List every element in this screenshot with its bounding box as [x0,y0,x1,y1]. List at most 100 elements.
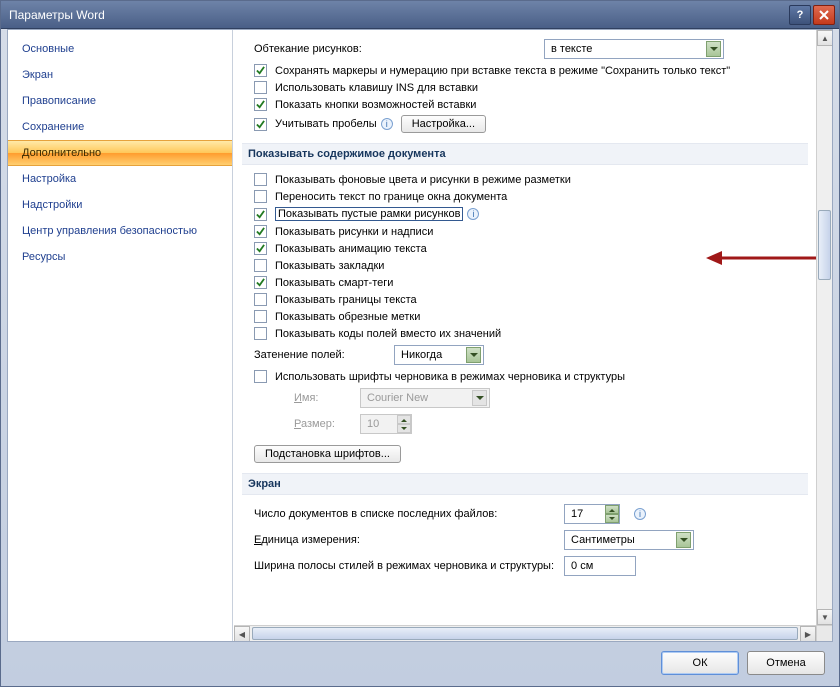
doc-option-2[interactable]: Показывать пустые рамки рисунков i [246,205,804,223]
section-doc-content: Показывать содержимое документа [242,143,808,165]
checkbox-icon[interactable] [254,293,267,306]
options-dialog: Параметры Word ? Основные Экран Правопис… [0,0,840,687]
checkbox-icon[interactable] [254,208,267,221]
style-width-row: Ширина полосы стилей в режимах черновика… [246,553,804,579]
checkbox-icon[interactable] [254,327,267,340]
recent-docs-spinner[interactable]: 17 [564,504,620,524]
style-width-input[interactable]: 0 см [564,556,636,576]
opt-spaces[interactable]: Учитывать пробелы i Настройка... [246,113,804,135]
wrap-select[interactable]: в тексте [544,39,724,59]
sidebar-item-display[interactable]: Экран [8,62,232,88]
sidebar-item-resources[interactable]: Ресурсы [8,244,232,270]
checkbox-icon[interactable] [254,64,267,77]
window-title: Параметры Word [9,8,787,22]
doc-option-1[interactable]: Переносить текст по границе окна докумен… [246,188,804,205]
sidebar-item-customize[interactable]: Настройка [8,166,232,192]
units-select[interactable]: Сантиметры [564,530,694,550]
cancel-button[interactable]: Отмена [747,651,825,675]
category-sidebar: Основные Экран Правописание Сохранение Д… [8,30,233,641]
checkbox-icon[interactable] [254,242,267,255]
doc-option-0[interactable]: Показывать фоновые цвета и рисунки в реж… [246,171,804,188]
option-label: Показывать пустые рамки рисунков [275,207,463,221]
doc-option-5[interactable]: Показывать закладки [246,257,804,274]
checkbox-icon[interactable] [254,225,267,238]
option-label: Показывать коды полей вместо их значений [275,328,501,340]
option-label: Переносить текст по границе окна докумен… [275,191,507,203]
units-label: Единица измерения: [254,534,554,546]
section-screen: Экран [242,473,808,495]
titlebar[interactable]: Параметры Word ? [1,1,839,29]
option-label: Показывать обрезные метки [275,311,420,323]
vertical-scrollbar[interactable]: ▲ ▼ [816,30,832,625]
option-label: Показывать рисунки и надписи [275,226,433,238]
sidebar-item-proofing[interactable]: Правописание [8,88,232,114]
font-name-label: Имя: [294,392,350,404]
main-panel: Обтекание рисунков: в тексте Сохранять м… [233,30,832,641]
horizontal-scrollbar[interactable]: ◀ ▶ [234,625,816,641]
field-shading-select[interactable]: Никогда [394,345,484,365]
spin-down-icon [397,424,411,433]
font-substitution-row: Подстановка шрифтов... [246,443,804,465]
field-shading-label: Затенение полей: [254,349,384,361]
font-size-label: Размер: [294,418,350,430]
spin-down-icon[interactable] [605,514,619,523]
info-icon[interactable]: i [634,508,646,520]
wrap-label: Обтекание рисунков: [254,43,534,55]
scroll-down-icon[interactable]: ▼ [817,609,832,625]
option-label: Показывать смарт-теги [275,277,393,289]
scroll-up-icon[interactable]: ▲ [817,30,832,46]
chevron-down-icon[interactable] [676,532,691,548]
ok-button[interactable]: ОК [661,651,739,675]
option-label: Показывать анимацию текста [275,243,427,255]
doc-option-6[interactable]: Показывать смарт-теги [246,274,804,291]
sidebar-item-addins[interactable]: Надстройки [8,192,232,218]
spin-up-icon [397,415,411,424]
checkbox-icon[interactable] [254,118,267,131]
doc-option-8[interactable]: Показывать обрезные метки [246,308,804,325]
scroll-right-icon[interactable]: ▶ [800,626,816,641]
checkbox-icon[interactable] [254,98,267,111]
checkbox-icon[interactable] [254,310,267,323]
field-shading-row: Затенение полей: Никогда [246,342,804,368]
chevron-down-icon[interactable] [706,41,721,57]
wrap-row: Обтекание рисунков: в тексте [246,36,804,62]
font-size-row: Размер: 10 [246,411,804,437]
sidebar-item-general[interactable]: Основные [8,36,232,62]
scroll-thumb[interactable] [252,627,798,640]
close-button[interactable] [813,5,835,25]
style-width-label: Ширина полосы стилей в режимах черновика… [254,560,554,572]
doc-option-7[interactable]: Показывать границы текста [246,291,804,308]
font-name-select: Courier New [360,388,490,408]
sidebar-item-advanced[interactable]: Дополнительно [8,140,232,166]
paste-settings-button[interactable]: Настройка... [401,115,486,133]
scroll-thumb[interactable] [818,210,831,280]
info-icon[interactable]: i [467,208,479,220]
spin-up-icon[interactable] [605,505,619,514]
scroll-left-icon[interactable]: ◀ [234,626,250,641]
checkbox-icon[interactable] [254,259,267,272]
scroll-corner [816,625,832,641]
help-button[interactable]: ? [789,5,811,25]
recent-docs-label: Число документов в списке последних файл… [254,508,554,520]
opt-draft-font[interactable]: Использовать шрифты черновика в режимах … [246,368,804,385]
dialog-footer: ОК Отмена [7,646,833,680]
checkbox-icon[interactable] [254,370,267,383]
doc-option-4[interactable]: Показывать анимацию текста [246,240,804,257]
opt-ins-key[interactable]: Использовать клавишу INS для вставки [246,79,804,96]
info-icon[interactable]: i [381,118,393,130]
font-name-row: Имя: Courier New [246,385,804,411]
checkbox-icon[interactable] [254,276,267,289]
doc-option-3[interactable]: Показывать рисунки и надписи [246,223,804,240]
opt-paste-buttons[interactable]: Показать кнопки возможностей вставки [246,96,804,113]
chevron-down-icon[interactable] [466,347,481,363]
doc-option-9[interactable]: Показывать коды полей вместо их значений [246,325,804,342]
checkbox-icon[interactable] [254,190,267,203]
sidebar-item-save[interactable]: Сохранение [8,114,232,140]
chevron-down-icon [472,390,487,406]
font-substitution-button[interactable]: Подстановка шрифтов... [254,445,401,463]
sidebar-item-trust-center[interactable]: Центр управления безопасностью [8,218,232,244]
opt-keep-bullets[interactable]: Сохранять маркеры и нумерацию при вставк… [246,62,804,79]
checkbox-icon[interactable] [254,81,267,94]
option-label: Показывать границы текста [275,294,417,306]
checkbox-icon[interactable] [254,173,267,186]
